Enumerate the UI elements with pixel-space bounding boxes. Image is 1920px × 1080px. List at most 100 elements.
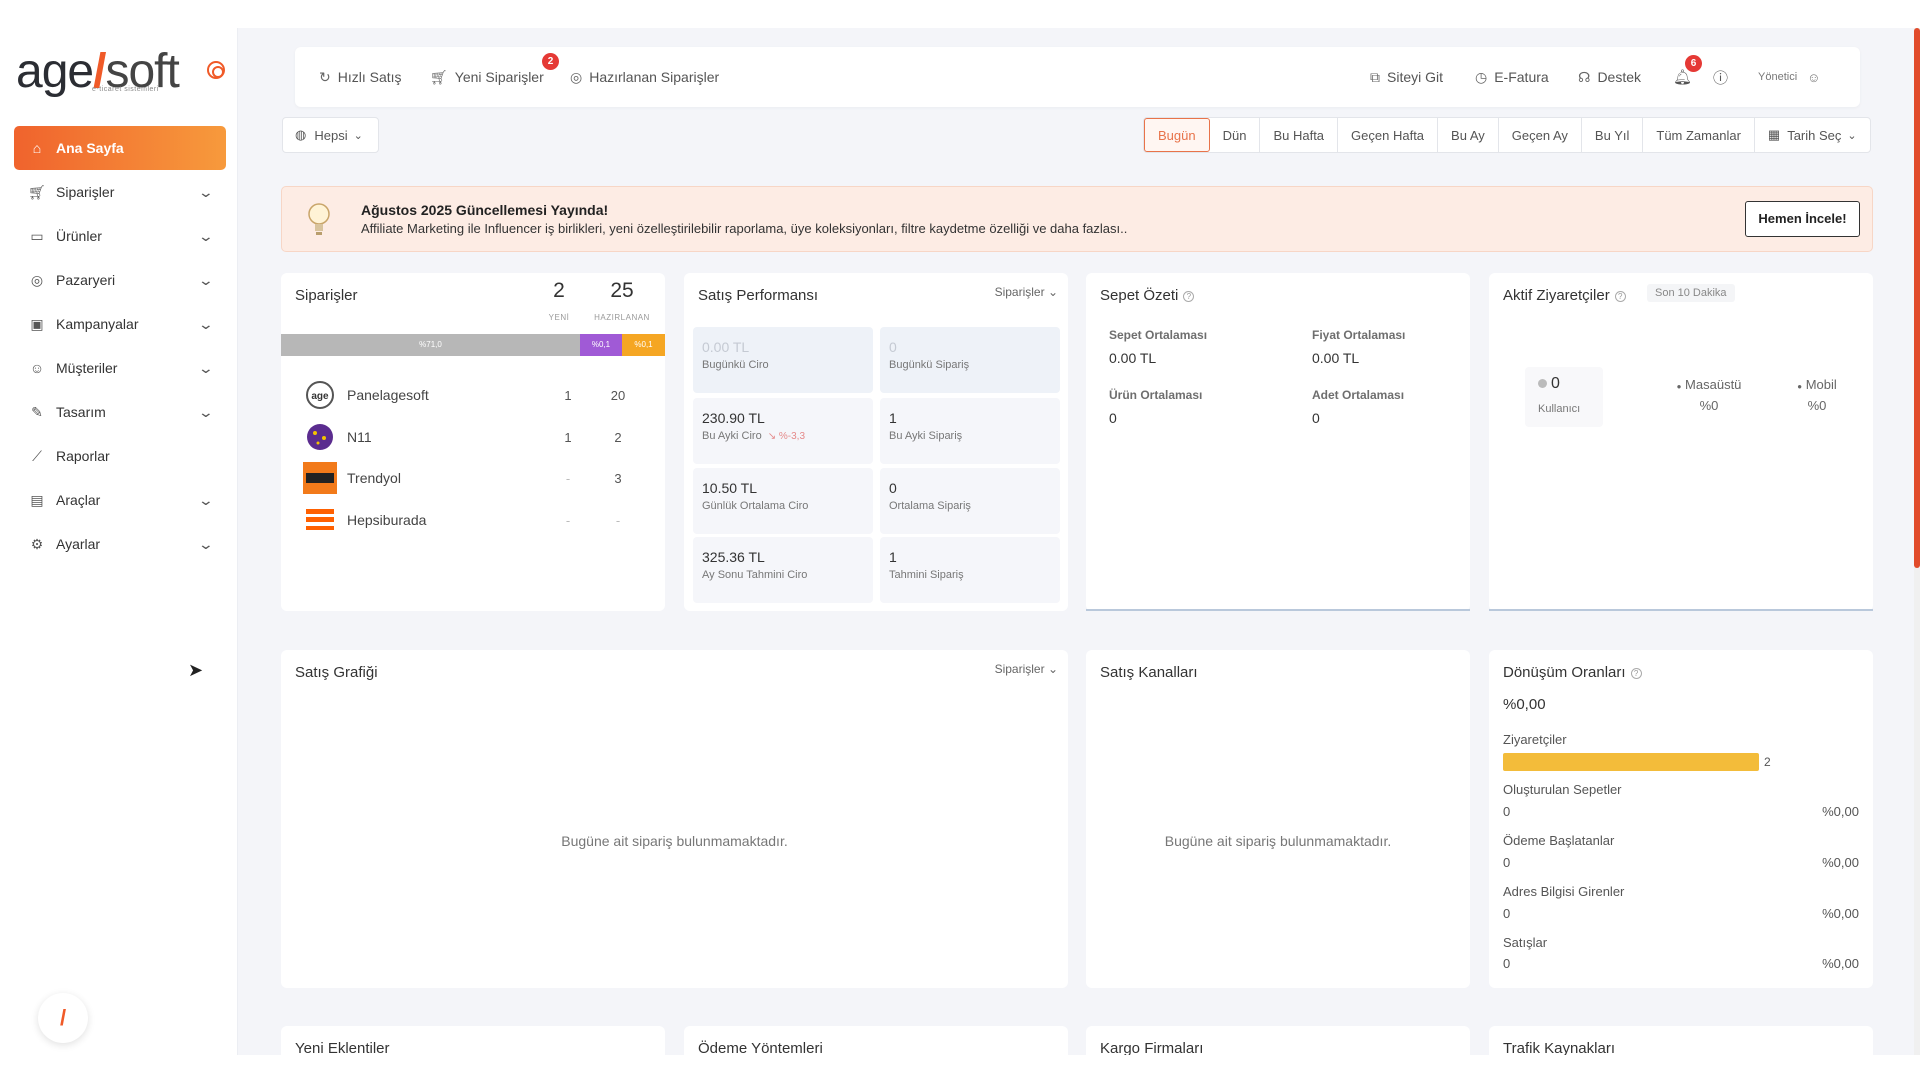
date-picker-button[interactable]: ▦ Tarih Seç ⌄: [1755, 118, 1870, 152]
conversion-row-pct: %0,00: [1822, 906, 1859, 921]
card-title: Sepet Özeti?: [1100, 287, 1195, 304]
new-plugins-card: Yeni Eklentiler: [281, 1026, 665, 1055]
tile-label: Bugünkü Sipariş: [889, 359, 970, 371]
mobile-label: Mobil: [1805, 377, 1837, 392]
chevron-down-icon: ⌄: [197, 359, 215, 376]
conversion-row-value: 0: [1503, 906, 1511, 921]
range-gecen-ay[interactable]: Geçen Ay: [1499, 118, 1582, 152]
prepared-orders-count[interactable]: 25 HAZIRLANAN: [587, 279, 657, 322]
tile-label: Tahmini Sipariş: [889, 569, 964, 581]
user-icon: ☺: [1807, 69, 1821, 85]
desktop-value: %0: [1699, 398, 1719, 413]
user-icon: ☺: [29, 360, 45, 376]
trendyol-logo: [303, 462, 337, 494]
basket-summary-card: Sepet Özeti? Sepet Ortalaması 0.00 TL Fiy…: [1086, 273, 1470, 611]
logo-subtitle: e-ticaret sistemleri: [92, 86, 159, 93]
help-icon[interactable]: ?: [1630, 667, 1642, 679]
count-label: HAZIRLANAN: [594, 313, 650, 322]
sidebar-item-musteriler[interactable]: ☺ Müşteriler ⌄: [14, 346, 226, 390]
range-bu-ay[interactable]: Bu Ay: [1438, 118, 1499, 152]
notification-badge: 6: [1685, 55, 1702, 72]
svg-text:age: age: [311, 391, 329, 402]
conversion-total: %0,00: [1503, 696, 1546, 713]
sidebar-item-label: Müşteriler: [56, 360, 118, 376]
sidebar-item-kampanyalar[interactable]: ▣ Kampanyalar ⌄: [14, 302, 226, 346]
target-icon[interactable]: [207, 61, 225, 79]
source-name: Hepsiburada: [347, 512, 427, 528]
change-badge: ↘ %-3,3: [767, 431, 806, 442]
scrollbar-thumb[interactable]: [1914, 28, 1920, 568]
range-dun[interactable]: Dün: [1210, 118, 1261, 152]
sidebar-item-label: Tasarım: [56, 404, 106, 420]
update-banner: Ağustos 2025 Güncellemesi Yayında! Affil…: [281, 186, 1873, 252]
conversion-row-label: Satışlar: [1503, 935, 1548, 950]
tile-label: Ortalama Sipariş: [889, 500, 971, 512]
support-link[interactable]: ☊ Destek: [1578, 47, 1641, 107]
source-prepared: 2: [614, 429, 622, 445]
chevron-down-icon: ⌄: [197, 403, 215, 420]
info-icon[interactable]: ⓘ: [1713, 47, 1728, 107]
sidebar-item-pazaryeri[interactable]: ◎ Pazaryeri ⌄: [14, 258, 226, 302]
tile-label: Bugünkü Ciro: [702, 359, 769, 371]
scope-label: Hepsi: [314, 127, 348, 143]
source-row-trendyol[interactable]: Trendyol - 3: [303, 458, 643, 498]
traffic-sources-card: Trafik Kaynakları: [1489, 1026, 1873, 1055]
chevron-down-icon: ⌄: [197, 535, 215, 552]
n11-logo: [303, 421, 337, 453]
source-row-panelagesoft[interactable]: age Panelagesoft 1 20: [303, 375, 643, 415]
source-prepared: 20: [610, 387, 626, 403]
scope-select[interactable]: ◍ Hepsi ⌄: [282, 117, 379, 153]
headset-icon: ☊: [1578, 68, 1591, 85]
sidebar-item-tasarim[interactable]: ✎ Tasarım ⌄: [14, 390, 226, 434]
range-bu-yil[interactable]: Bu Yıl: [1582, 118, 1644, 152]
new-orders-count[interactable]: 2 YENİ: [531, 279, 587, 322]
range-tum-zamanlar[interactable]: Tüm Zamanlar: [1643, 118, 1755, 152]
new-orders-link[interactable]: 🛒︎ Yeni Siparişler: [430, 47, 544, 107]
new-orders-badge: 2: [542, 53, 559, 70]
active-visitors-card: Aktif Ziyaretçiler? Son 10 Dakika 0 Kull…: [1489, 273, 1873, 611]
chart-line-icon: ⟋: [32, 447, 42, 464]
quick-edit-button[interactable]: /: [38, 993, 88, 1043]
sidebar-item-label: Ürünler: [56, 228, 102, 244]
range-bu-hafta[interactable]: Bu Hafta: [1260, 118, 1339, 152]
count-label: YENİ: [548, 313, 570, 322]
sidebar-item-ana-sayfa[interactable]: ⌂ Ana Sayfa: [14, 126, 226, 170]
help-icon[interactable]: ?: [1614, 290, 1626, 302]
date-picker-label: Tarih Seç: [1787, 127, 1842, 143]
bullet-icon: ●: [1797, 382, 1803, 391]
user-menu[interactable]: Yönetici ☺: [1758, 47, 1820, 107]
card-title: Siparişler: [295, 287, 358, 304]
support-label: Destek: [1597, 69, 1642, 85]
source-row-hepsiburada[interactable]: Hepsiburada - -: [303, 500, 643, 540]
chevron-down-icon: ⌄: [1047, 662, 1058, 676]
tile-value: 0: [889, 339, 897, 355]
kv-label: Sepet Ortalaması: [1109, 328, 1208, 342]
sales-channels-card: Satış Kanalları Bugüne ait sipariş bulun…: [1086, 650, 1470, 988]
sales-chart-metric-select[interactable]: Siparişler ⌄: [995, 662, 1058, 676]
app-frame: age/soft e-ticaret sistemleri ⌂ Ana Sayfa…: [0, 0, 1920, 1055]
sidebar-item-urunler[interactable]: ▭ Ürünler ⌄: [14, 214, 226, 258]
chevron-down-icon: ⌄: [197, 183, 215, 200]
card-title: Satış Kanalları: [1100, 664, 1198, 681]
help-icon[interactable]: ?: [1183, 290, 1195, 302]
sidebar-item-ayarlar[interactable]: ⚙ Ayarlar ⌄: [14, 522, 226, 566]
e-invoice-label: E-Fatura: [1494, 69, 1549, 85]
e-invoice-link[interactable]: ◷ E-Fatura: [1475, 47, 1549, 107]
lightbulb-icon: [308, 203, 330, 235]
sidebar-item-raporlar[interactable]: ⟋ Raporlar: [14, 434, 226, 478]
dropdown-label: Siparişler: [994, 285, 1045, 299]
source-row-n11[interactable]: N11 1 2: [303, 417, 643, 457]
range-gecen-hafta[interactable]: Geçen Hafta: [1338, 118, 1439, 152]
sidebar-item-siparisler[interactable]: 🛒︎ Siparişler ⌄: [14, 170, 226, 214]
sidebar-item-araclar[interactable]: ▤ Araçlar ⌄: [14, 478, 226, 522]
cart-icon: 🛒︎: [28, 183, 46, 200]
range-bugun[interactable]: Bugün: [1144, 118, 1210, 152]
performance-metric-select[interactable]: Siparişler ⌄: [995, 285, 1058, 299]
prepared-orders-link[interactable]: ◎ Hazırlanan Siparişler: [570, 47, 719, 107]
calendar-icon: ▤: [30, 491, 44, 508]
review-now-button[interactable]: Hemen İncele!: [1745, 201, 1860, 237]
conversion-row-pct: %0,00: [1822, 956, 1859, 971]
quick-sale-link[interactable]: ↻ Hızlı Satış: [319, 47, 402, 107]
sales-performance-card: Satış Performansı Siparişler ⌄ 0.00 TL Bu…: [684, 273, 1068, 611]
visit-site-link[interactable]: ⧉ Siteyi Git: [1370, 47, 1443, 107]
